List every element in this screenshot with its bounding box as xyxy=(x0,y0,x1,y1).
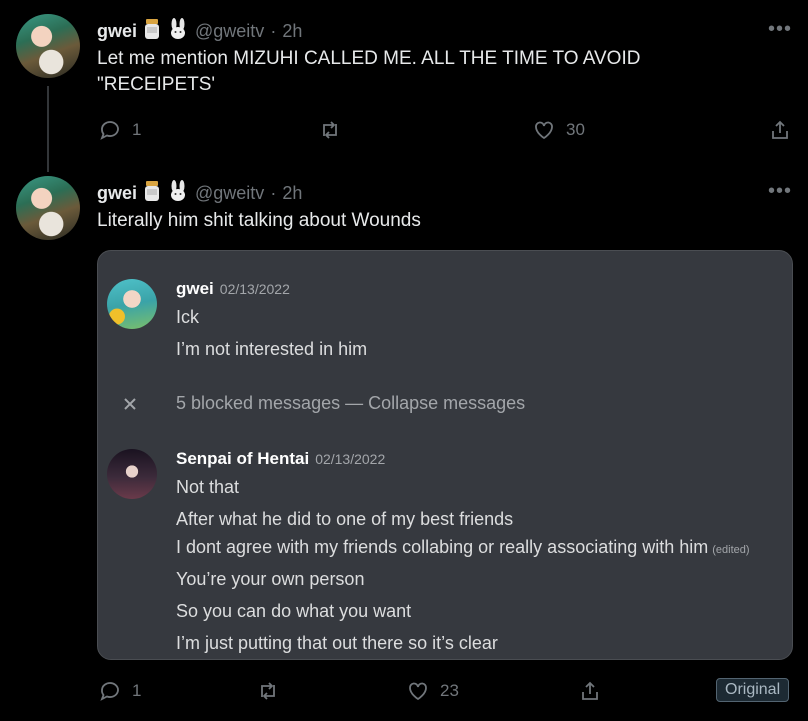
discord-message: Not that xyxy=(176,477,240,497)
retweet-button[interactable] xyxy=(318,118,342,142)
display-name[interactable]: gwei xyxy=(97,183,137,204)
blocked-messages: 5 blocked messages — Collapse messages xyxy=(176,393,526,413)
reply-icon xyxy=(100,121,119,140)
retweet-icon xyxy=(323,121,337,139)
tweet-text-line: Let me mention MIZUHI CALLED ME. ALL THE… xyxy=(97,48,641,69)
edited-label: (edited) xyxy=(712,544,750,556)
avatar[interactable] xyxy=(16,14,80,78)
rabbit-emoji xyxy=(167,180,189,207)
jar-emoji xyxy=(143,180,161,207)
tweet-text: Let me mention MIZUHI CALLED ME. ALL THE… xyxy=(97,46,640,98)
handle[interactable]: @gweitv xyxy=(195,21,264,42)
close-icon xyxy=(122,396,138,417)
discord-message: So you can do what you want xyxy=(176,601,412,621)
discord-message: I’m just putting that out there so it’s … xyxy=(176,633,498,653)
discord-avatar xyxy=(107,449,157,499)
timestamp[interactable]: 2h xyxy=(282,183,302,204)
discord-message-header: Senpai of Hentai 02/13/2022 xyxy=(176,449,385,469)
share-icon xyxy=(772,120,788,139)
discord-message-text: I dont agree with my friends collabing o… xyxy=(176,537,709,557)
original-badge[interactable]: Original xyxy=(716,678,790,702)
discord-message: I dont agree with my friends collabing o… xyxy=(176,535,750,562)
avatar[interactable] xyxy=(16,176,80,240)
discord-timestamp: 02/13/2022 xyxy=(315,451,386,467)
tweet-text-line: "RECEIPETS' xyxy=(97,74,216,95)
reply-button[interactable]: 1 xyxy=(98,118,141,142)
like-button[interactable]: 30 xyxy=(532,118,585,142)
tweet-header: gwei @gweitv · 2h xyxy=(97,18,302,45)
like-count: 30 xyxy=(566,120,585,139)
thread-line xyxy=(47,86,49,172)
handle[interactable]: @gweitv xyxy=(195,183,264,204)
tweet-header: gwei @gweitv · 2h xyxy=(97,180,302,207)
retweet-icon xyxy=(261,682,275,700)
discord-avatar xyxy=(107,279,157,329)
like-button[interactable]: 23 xyxy=(406,679,459,703)
discord-author: Senpai of Hentai xyxy=(176,449,310,468)
timestamp[interactable]: 2h xyxy=(282,21,302,42)
share-icon xyxy=(582,681,598,700)
jar-emoji xyxy=(143,18,161,45)
reply-icon xyxy=(100,682,119,701)
display-name[interactable]: gwei xyxy=(97,21,137,42)
attached-image[interactable]: gwei 02/13/2022 Ick I’m not interested i… xyxy=(97,250,793,660)
separator: · xyxy=(270,21,277,41)
tweet-text: Literally him shit talking about Wounds xyxy=(97,210,421,231)
reply-count: 1 xyxy=(132,681,142,700)
share-button[interactable] xyxy=(768,118,792,142)
discord-message: You’re your own person xyxy=(176,569,365,589)
discord-author: gwei xyxy=(176,279,214,298)
separator: · xyxy=(270,183,277,203)
more-icon[interactable]: ••• xyxy=(768,180,792,203)
like-count: 23 xyxy=(440,681,459,700)
discord-timestamp: 02/13/2022 xyxy=(219,281,290,297)
rabbit-emoji xyxy=(167,18,189,45)
like-icon xyxy=(409,682,427,701)
more-icon[interactable]: ••• xyxy=(768,18,792,41)
like-icon xyxy=(535,121,553,140)
retweet-button[interactable] xyxy=(256,679,280,703)
discord-message: I’m not interested in him xyxy=(176,339,368,359)
discord-message-header: gwei 02/13/2022 xyxy=(176,279,290,299)
discord-message: After what he did to one of my best frie… xyxy=(176,509,514,529)
reply-count: 1 xyxy=(132,120,142,139)
discord-message: Ick xyxy=(176,307,200,327)
reply-button[interactable]: 1 xyxy=(98,679,141,703)
share-button[interactable] xyxy=(578,679,602,703)
